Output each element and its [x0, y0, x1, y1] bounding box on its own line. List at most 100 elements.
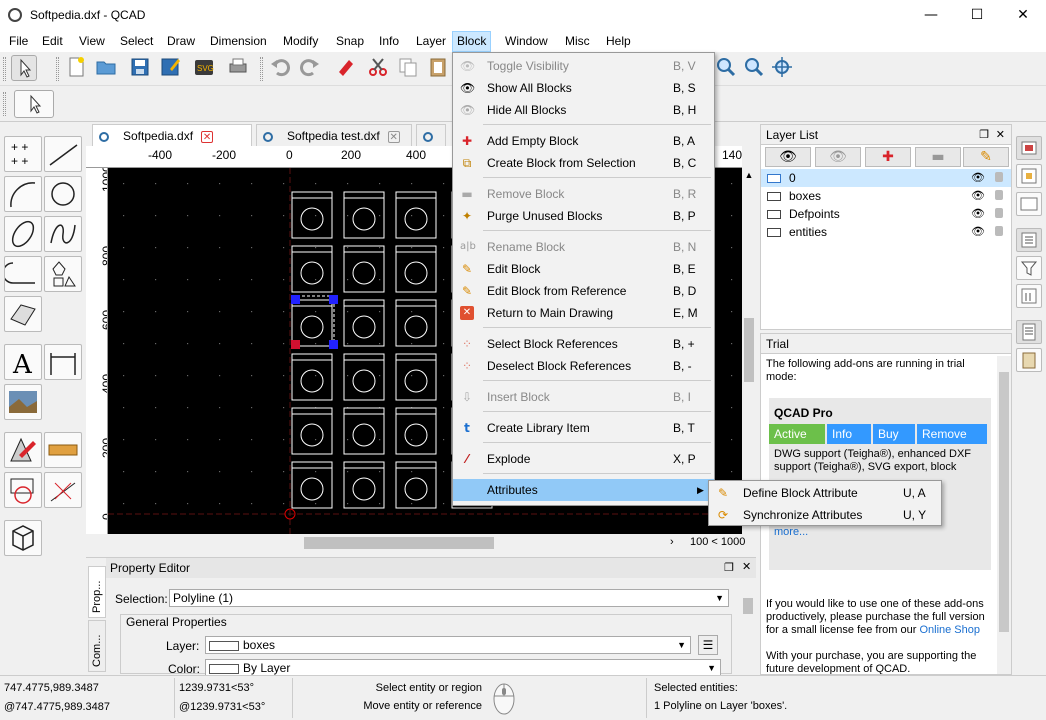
menu-item-edit-block-from-reference[interactable]: ✎ Edit Block from Reference B, D	[453, 280, 714, 302]
menu-item-show-all-blocks[interactable]: 👁 Show All Blocks B, S	[453, 77, 714, 99]
undo-button[interactable]	[268, 55, 294, 81]
active-button[interactable]: Active	[769, 424, 825, 444]
hide-all-layers-button[interactable]: 👁	[815, 147, 861, 167]
panel-close-icon[interactable]: ✕	[996, 125, 1005, 145]
view-list-toggle[interactable]	[1016, 192, 1042, 216]
menu-item-create-library-item[interactable]: t Create Library Item B, T	[453, 417, 714, 439]
menu-item-rename-block[interactable]: a|b Rename Block B, N	[453, 236, 714, 258]
menu-item-return-to-main-drawing[interactable]: ✕ Return to Main Drawing E, M	[453, 302, 714, 324]
menu-item-add-empty-block[interactable]: ✚ Add Empty Block B, A	[453, 130, 714, 152]
block-list-toggle[interactable]	[1016, 164, 1042, 188]
scrollbar-thumb[interactable]	[744, 318, 754, 382]
print-button[interactable]	[226, 55, 252, 81]
text-tool-button[interactable]: A	[4, 344, 42, 380]
zoom-in-button[interactable]	[714, 55, 740, 81]
scroll-right-arrow-icon[interactable]: ›	[670, 536, 674, 548]
selection-filter-toggle[interactable]	[1016, 256, 1042, 280]
zoom-auto-button[interactable]	[770, 55, 796, 81]
menu-item-purge-unused-blocks[interactable]: ✦ Purge Unused Blocks B, P	[453, 205, 714, 227]
minimize-button[interactable]: —	[908, 0, 954, 31]
measure-tools-button[interactable]	[44, 432, 82, 468]
selection-dropdown[interactable]: Polyline (1) ▼	[169, 589, 729, 607]
hatch-tools-button[interactable]	[4, 296, 42, 332]
cut-button[interactable]	[366, 55, 392, 81]
menu-snap[interactable]: Snap	[332, 31, 368, 52]
menu-help[interactable]: Help	[602, 31, 635, 52]
delete-button[interactable]	[334, 55, 360, 81]
modify-tools-button[interactable]	[4, 432, 42, 468]
eye-icon[interactable]: 👁	[971, 205, 985, 223]
layer-menu-icon[interactable]: ☰	[698, 635, 718, 655]
buy-button[interactable]: Buy	[873, 424, 915, 444]
eye-icon[interactable]: 👁	[971, 187, 985, 205]
snap-tools-button[interactable]	[4, 472, 42, 508]
library-browser-toggle[interactable]	[1016, 284, 1042, 308]
circle-tools-button[interactable]	[44, 176, 82, 212]
menu-view[interactable]: View	[75, 31, 109, 52]
layer-row-0[interactable]: 0 👁	[761, 169, 1011, 187]
menu-item-create-block-from-selection[interactable]: ⧉ Create Block from Selection B, C	[453, 152, 714, 174]
menu-misc[interactable]: Misc	[561, 31, 594, 52]
layer-row-defpoints[interactable]: Defpoints 👁	[761, 205, 1011, 223]
canvas-horizontal-scrollbar[interactable]: ›	[108, 534, 684, 552]
menu-file[interactable]: File	[5, 31, 32, 52]
edit-layer-button[interactable]: ✎	[963, 147, 1009, 167]
property-scrollbar[interactable]	[741, 580, 755, 672]
trial-panel-toggle[interactable]	[1016, 320, 1042, 344]
save-button[interactable]	[128, 55, 154, 81]
lock-icon[interactable]	[995, 226, 1003, 236]
3d-view-button[interactable]	[4, 520, 42, 556]
layer-row-entities[interactable]: entities 👁	[761, 223, 1011, 241]
menu-draw[interactable]: Draw	[163, 31, 199, 52]
close-tab-icon[interactable]: ✕	[387, 130, 400, 143]
toolbar-grip[interactable]	[260, 57, 263, 81]
line-tools-button[interactable]	[44, 136, 82, 172]
layer-list-toggle[interactable]	[1016, 136, 1042, 160]
point-tools-button[interactable]: + + + +	[4, 136, 42, 172]
online-shop-link[interactable]: Online Shop	[919, 624, 980, 636]
maximize-button[interactable]: ☐	[954, 0, 1000, 31]
trial-scrollbar[interactable]	[997, 356, 1011, 674]
dimension-tools-button[interactable]	[44, 344, 82, 380]
info-button[interactable]: Info	[827, 424, 871, 444]
select-pointer-button[interactable]	[11, 55, 37, 81]
undock-icon[interactable]: ❐	[724, 561, 734, 574]
add-layer-button[interactable]: ✚	[865, 147, 911, 167]
layer-dropdown[interactable]: boxes ▼	[205, 636, 691, 654]
lock-icon[interactable]	[995, 190, 1003, 200]
menu-edit[interactable]: Edit	[38, 31, 67, 52]
menu-item-toggle-visibility[interactable]: 👁 Toggle Visibility B, V	[453, 55, 714, 77]
show-all-layers-button[interactable]: 👁	[765, 147, 811, 167]
select-mode-button[interactable]	[14, 90, 54, 118]
menu-block[interactable]: Block	[452, 31, 492, 52]
panel-close-icon[interactable]: ✕	[742, 560, 751, 573]
close-button[interactable]: ✕	[1000, 0, 1046, 31]
remove-button[interactable]: Remove	[917, 424, 987, 444]
polyline-tools-button[interactable]	[2, 256, 42, 292]
undock-icon[interactable]: ❐	[979, 125, 989, 145]
tab-softpedia-dxf[interactable]: Softpedia.dxf ✕	[92, 124, 252, 146]
menu-item-deselect-block-references[interactable]: ⁘ Deselect Block References B, -	[453, 355, 714, 377]
close-tab-icon[interactable]: ✕	[201, 130, 214, 143]
zoom-out-button[interactable]	[742, 55, 768, 81]
clipboard-panel-toggle[interactable]	[1016, 348, 1042, 372]
toolbar-grip[interactable]	[56, 57, 59, 81]
eye-icon[interactable]: 👁	[971, 169, 985, 187]
menu-select[interactable]: Select	[116, 31, 157, 52]
menu-item-synchronize-attributes[interactable]: ⟳ Synchronize Attributes U, Y	[709, 504, 941, 526]
shape-tools-button[interactable]	[44, 256, 82, 292]
menu-layer[interactable]: Layer	[412, 31, 450, 52]
export-svg-button[interactable]: SVG	[192, 55, 218, 81]
toolbar-grip[interactable]	[3, 92, 6, 116]
scrollbar-thumb[interactable]	[999, 372, 1009, 632]
scroll-up-arrow-icon[interactable]: ▲	[742, 168, 756, 182]
tab-properties[interactable]: Prop...	[88, 566, 106, 618]
remove-layer-button[interactable]: ▬	[915, 147, 961, 167]
arc-tools-button[interactable]	[4, 176, 42, 212]
menu-item-remove-block[interactable]: ▬ Remove Block B, R	[453, 183, 714, 205]
scrollbar-thumb[interactable]	[304, 537, 494, 549]
menu-info[interactable]: Info	[375, 31, 403, 52]
menu-window[interactable]: Window	[501, 31, 552, 52]
spline-tools-button[interactable]	[44, 216, 82, 252]
menu-item-insert-block[interactable]: ⇩ Insert Block B, I	[453, 386, 714, 408]
